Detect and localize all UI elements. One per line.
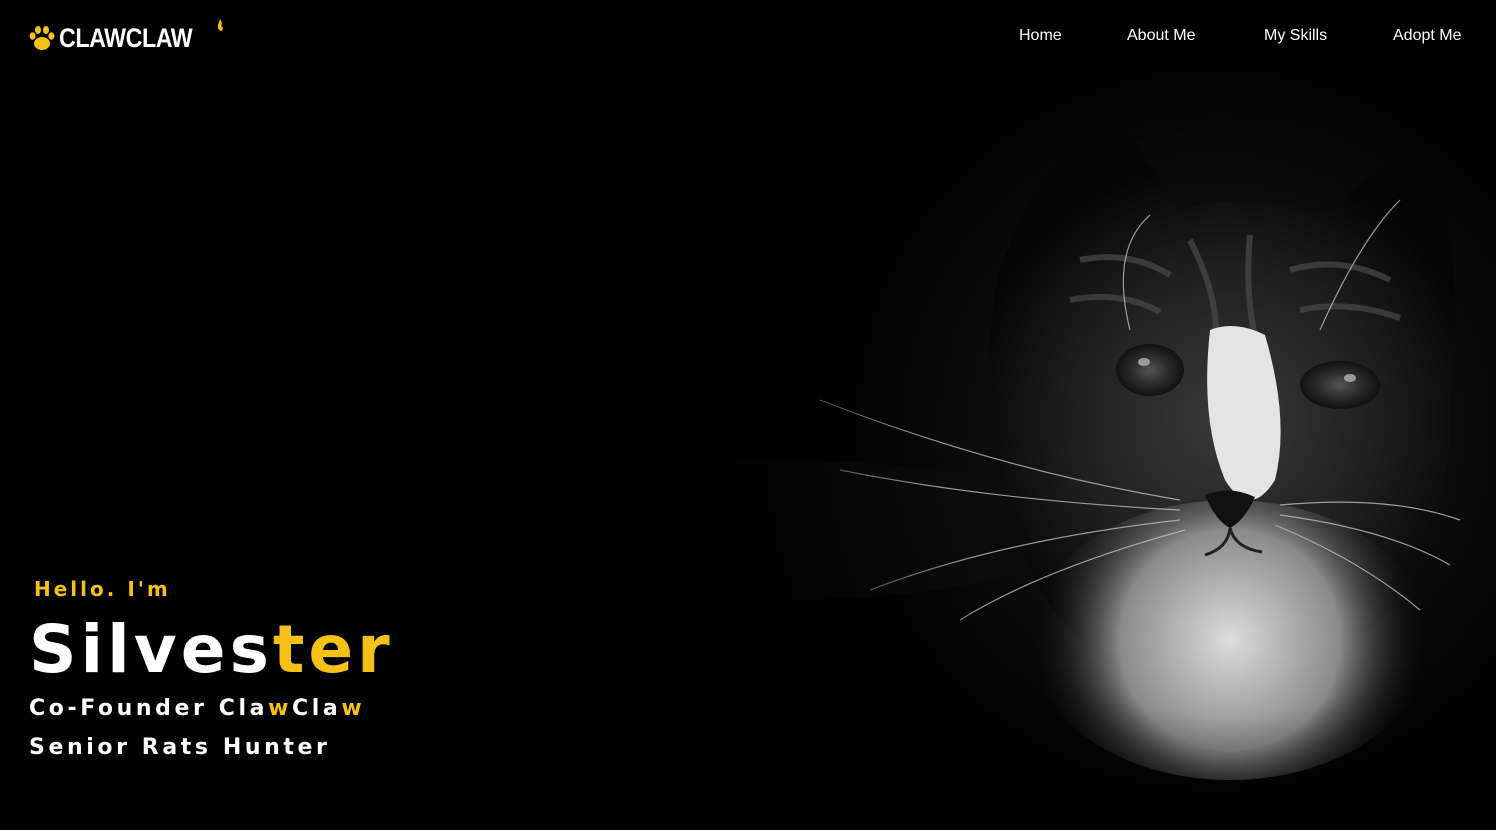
hero-role-line-1: Co-Founder ClawClaw [29, 689, 394, 728]
hero-intro: Hello. I'm Silvester Co-Founder ClawClaw… [29, 575, 394, 767]
hero-name-main: Silves [29, 611, 273, 688]
role-text: Cla [292, 696, 342, 721]
nav-home[interactable]: Home [1019, 27, 1062, 45]
role-accent: w [341, 696, 366, 721]
hero-role-line-2: Senior Rats Hunter [29, 735, 331, 760]
nav-about-me[interactable]: About Me [1127, 27, 1195, 45]
logo-text: CLAWCLAW [59, 22, 193, 53]
logo[interactable]: CLAWCLAW [29, 19, 223, 56]
role-accent: w [268, 696, 293, 721]
nav-adopt-me[interactable]: Adopt Me [1393, 27, 1461, 45]
landing-page: CLAWCLAW Home About Me My Skills Adopt M… [0, 0, 1496, 830]
paw-icon [29, 26, 55, 50]
role-text: Co-Founder Cla [29, 696, 269, 721]
site-header: CLAWCLAW Home About Me My Skills Adopt M… [0, 0, 1496, 75]
hero-name: Silvester [29, 611, 394, 689]
nav-my-skills[interactable]: My Skills [1264, 27, 1327, 45]
hero-greeting: Hello. I'm [34, 577, 171, 601]
flame-icon [217, 19, 223, 31]
hero-name-accent: ter [272, 611, 394, 688]
